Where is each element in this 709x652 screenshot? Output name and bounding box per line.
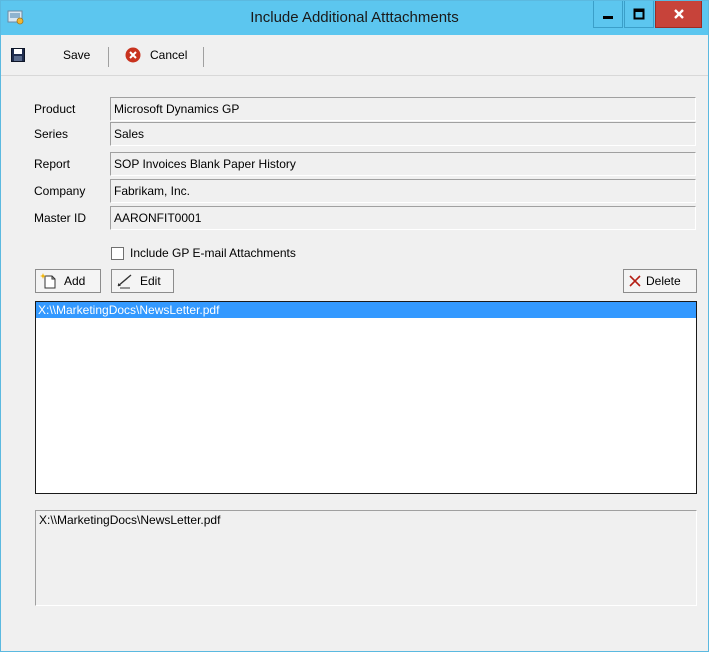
cancel-icon: [125, 47, 141, 63]
minimize-button[interactable]: [593, 1, 623, 28]
add-button[interactable]: Add: [35, 269, 101, 293]
list-item[interactable]: X:\\MarketingDocs\NewsLetter.pdf: [36, 302, 696, 318]
delete-button[interactable]: Delete: [623, 269, 697, 293]
save-button[interactable]: Save: [11, 45, 90, 65]
title-bar[interactable]: Include Additional Atttachments: [1, 1, 708, 35]
new-item-icon: [40, 273, 58, 289]
company-label: Company: [34, 184, 86, 198]
cancel-label: Cancel: [150, 48, 188, 62]
toolbar-separator: [108, 47, 109, 67]
maximize-icon: [633, 8, 645, 20]
company-field: Fabrikam, Inc.: [110, 179, 696, 203]
edit-button[interactable]: Edit: [111, 269, 174, 293]
edit-label: Edit: [140, 274, 161, 288]
floppy-disk-icon: [11, 48, 25, 62]
product-field: Microsoft Dynamics GP: [110, 97, 696, 121]
master-id-field: AARONFIT0001: [110, 206, 696, 230]
series-label: Series: [34, 127, 69, 141]
attachment-path-field[interactable]: X:\\MarketingDocs\NewsLetter.pdf: [35, 510, 697, 606]
add-label: Add: [64, 274, 86, 288]
save-label: Save: [63, 48, 91, 62]
edit-pencil-icon: [116, 273, 134, 289]
close-button[interactable]: [655, 1, 702, 28]
attachments-list[interactable]: X:\\MarketingDocs\NewsLetter.pdf: [35, 301, 697, 494]
toolbar-separator: [203, 47, 204, 67]
series-field: Sales: [110, 122, 696, 146]
product-label: Product: [34, 102, 76, 116]
toolbar: Save Cancel: [1, 35, 708, 76]
cancel-button[interactable]: Cancel: [125, 45, 187, 65]
master-id-label: Master ID: [34, 211, 87, 225]
include-gp-attachments-label[interactable]: Include GP E-mail Attachments: [130, 245, 296, 261]
report-field: SOP Invoices Blank Paper History: [110, 152, 696, 176]
close-icon: [673, 9, 684, 19]
maximize-button[interactable]: [624, 1, 654, 28]
include-gp-attachments-checkbox[interactable]: [111, 247, 124, 260]
report-label: Report: [34, 157, 71, 171]
dialog-window: Include Additional Atttachments Save Can…: [0, 0, 709, 652]
delete-label: Delete: [646, 274, 681, 288]
delete-x-icon: [628, 274, 642, 288]
minimize-icon: [603, 16, 613, 19]
